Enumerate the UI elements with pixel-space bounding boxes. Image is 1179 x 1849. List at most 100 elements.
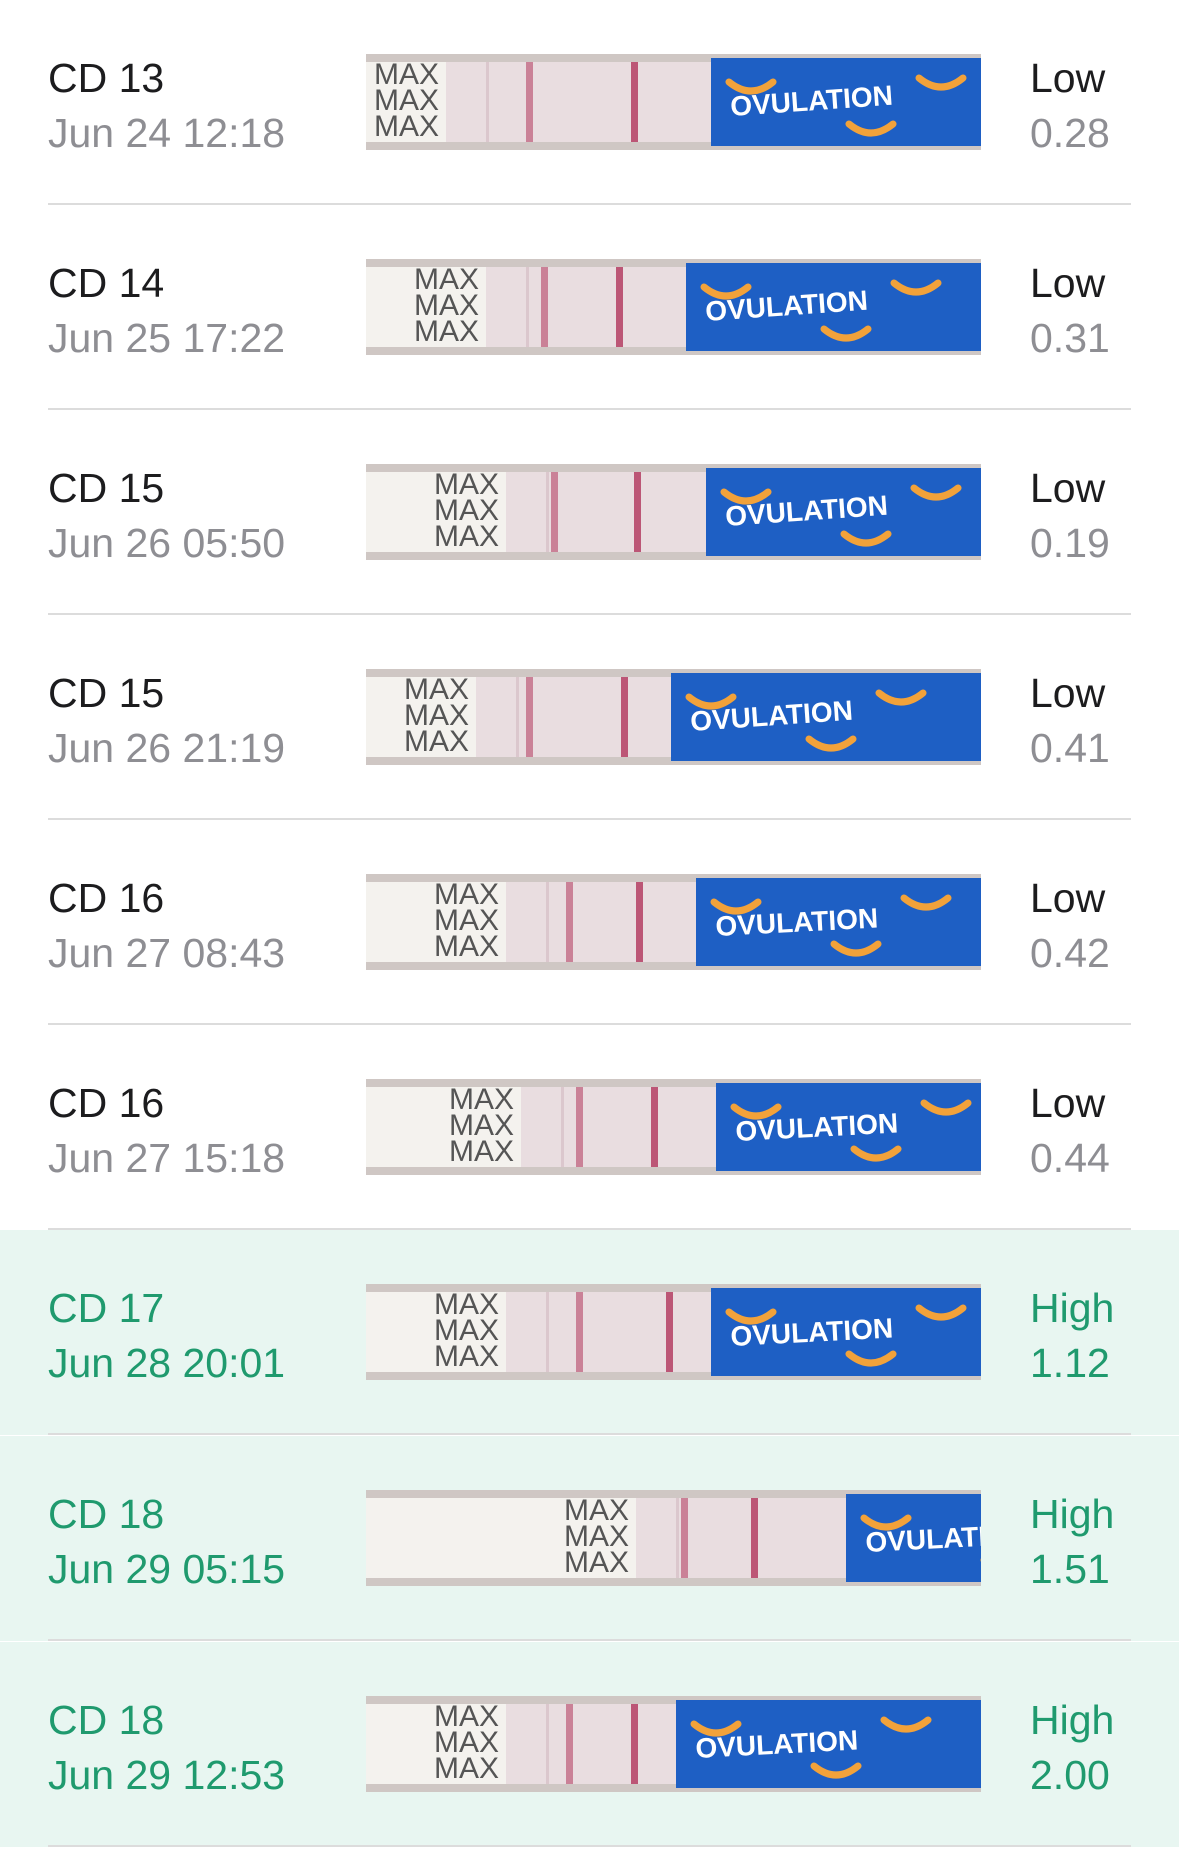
entry-result: Low 0.31 xyxy=(1030,257,1110,367)
strip-max-text: MAX xyxy=(434,1752,499,1785)
test-strip-image[interactable]: MAX MAX MAX OVULATION xyxy=(366,874,981,970)
entry-result: Low 0.28 xyxy=(1030,52,1110,162)
strip-max-text: MAX xyxy=(434,1340,499,1373)
cycle-day-label: CD 13 xyxy=(48,55,165,101)
result-value: 1.51 xyxy=(1030,1546,1110,1592)
entry-info: CD 16 Jun 27 08:43 xyxy=(48,872,285,982)
cycle-day-label: CD 16 xyxy=(48,875,165,921)
result-level: Low xyxy=(1030,1080,1106,1126)
test-line xyxy=(566,882,573,962)
control-line xyxy=(651,1087,658,1167)
entry-info: CD 13 Jun 24 12:18 xyxy=(48,52,285,162)
control-line xyxy=(631,62,638,142)
entry-result: Low 0.19 xyxy=(1030,462,1110,572)
test-strip-image[interactable]: MAX MAX MAX OVULATION xyxy=(366,669,981,765)
cycle-day-label: CD 15 xyxy=(48,670,165,716)
test-strip-svg: MAXMAXMAXOVULATION xyxy=(366,1696,981,1792)
result-level: High xyxy=(1030,1491,1115,1537)
test-entry-row[interactable]: CD 15 Jun 26 21:19 MAX MAX MAX OVULATION Low 0.… xyxy=(0,615,1179,820)
test-entry-row[interactable]: CD 18 Jun 29 05:15 MAX MAX MAX OVULATION High 1… xyxy=(0,1436,1179,1641)
cycle-day-label: CD 18 xyxy=(48,1697,165,1743)
test-line xyxy=(526,677,533,757)
entry-result: Low 0.44 xyxy=(1030,1077,1110,1187)
test-strip-image[interactable]: MAX MAX MAX OVULATION xyxy=(366,464,981,560)
result-value: 1.12 xyxy=(1030,1340,1110,1386)
control-line xyxy=(666,1292,673,1372)
test-strip-svg: MAXMAXMAXOVULATION xyxy=(366,259,981,355)
result-value: 0.44 xyxy=(1030,1135,1110,1181)
result-value: 0.42 xyxy=(1030,930,1110,976)
entry-datetime: Jun 26 21:19 xyxy=(48,725,286,771)
entry-result: Low 0.42 xyxy=(1030,872,1110,982)
test-line xyxy=(541,267,548,347)
entry-result: Low 0.41 xyxy=(1030,667,1110,777)
cycle-day-label: CD 18 xyxy=(48,1491,165,1537)
result-level: Low xyxy=(1030,260,1106,306)
test-strip-image[interactable]: MAX MAX MAX OVULATION xyxy=(366,1284,981,1380)
test-line xyxy=(566,1704,573,1784)
entry-datetime: Jun 28 20:01 xyxy=(48,1340,286,1386)
row-divider xyxy=(48,1845,1131,1847)
entry-info: CD 15 Jun 26 21:19 xyxy=(48,667,285,777)
strip-max-text: MAX xyxy=(414,315,479,348)
test-strip-svg: MAXMAXMAXOVULATION xyxy=(366,874,981,970)
control-line xyxy=(636,882,643,962)
strip-max-text: MAX xyxy=(564,1546,629,1579)
cycle-day-label: CD 16 xyxy=(48,1080,165,1126)
result-level: Low xyxy=(1030,465,1106,511)
test-entry-row[interactable]: CD 17 Jun 28 20:01 MAX MAX MAX OVULATION High 1… xyxy=(0,1230,1179,1435)
entry-info: CD 18 Jun 29 05:15 xyxy=(48,1488,285,1598)
test-line xyxy=(681,1498,688,1578)
entry-datetime: Jun 27 08:43 xyxy=(48,930,286,976)
test-strip-image[interactable]: MAX MAX MAX OVULATION xyxy=(366,1490,981,1586)
control-line xyxy=(751,1498,758,1578)
test-entry-row[interactable]: CD 16 Jun 27 15:18 MAX MAX MAX OVULATION Low 0.… xyxy=(0,1025,1179,1230)
cycle-day-label: CD 14 xyxy=(48,260,165,306)
entry-info: CD 16 Jun 27 15:18 xyxy=(48,1077,285,1187)
test-strip-svg: MAXMAXMAXOVULATION xyxy=(366,54,981,150)
row-divider xyxy=(48,1433,1131,1435)
test-strip-svg: MAXMAXMAXOVULATION xyxy=(366,1079,981,1175)
strip-max-text: MAX xyxy=(404,725,469,758)
control-line xyxy=(616,267,623,347)
result-level: High xyxy=(1030,1285,1115,1331)
test-line xyxy=(551,472,558,552)
control-line xyxy=(621,677,628,757)
test-line xyxy=(576,1292,583,1372)
test-strip-svg: MAXMAXMAXOVULATION xyxy=(366,669,981,765)
entry-result: High 1.51 xyxy=(1030,1488,1114,1598)
row-divider xyxy=(48,1639,1131,1641)
result-value: 0.31 xyxy=(1030,315,1110,361)
test-entry-row[interactable]: CD 18 Jun 29 12:53 MAX MAX MAX OVULATION High 2… xyxy=(0,1642,1179,1847)
test-strip-svg: MAXMAXMAXOVULATION xyxy=(366,464,981,560)
entry-datetime: Jun 25 17:22 xyxy=(48,315,286,361)
result-value: 0.28 xyxy=(1030,110,1110,156)
entry-datetime: Jun 29 05:15 xyxy=(48,1546,286,1592)
test-entry-row[interactable]: CD 15 Jun 26 05:50 MAX MAX MAX OVULATION Low 0.… xyxy=(0,410,1179,615)
entry-info: CD 18 Jun 29 12:53 xyxy=(48,1694,285,1804)
test-strip-image[interactable]: MAX MAX MAX OVULATION xyxy=(366,259,981,355)
result-level: Low xyxy=(1030,55,1106,101)
test-entry-row[interactable]: CD 16 Jun 27 08:43 MAX MAX MAX OVULATION Low 0.… xyxy=(0,820,1179,1025)
test-line xyxy=(526,62,533,142)
entry-result: High 1.12 xyxy=(1030,1282,1114,1392)
cycle-day-label: CD 15 xyxy=(48,465,165,511)
control-line xyxy=(634,472,641,552)
result-value: 2.00 xyxy=(1030,1752,1110,1798)
result-level: High xyxy=(1030,1697,1115,1743)
ovulation-test-list: CD 13 Jun 24 12:18 MAX MAX MAX OVULATION Low 0.… xyxy=(0,0,1179,1849)
test-strip-image[interactable]: MAX MAX MAX OVULATION xyxy=(366,1079,981,1175)
strip-max-text: MAX xyxy=(374,110,439,143)
entry-info: CD 15 Jun 26 05:50 xyxy=(48,462,285,572)
entry-result: High 2.00 xyxy=(1030,1694,1114,1804)
test-entry-row[interactable]: CD 13 Jun 24 12:18 MAX MAX MAX OVULATION Low 0.… xyxy=(0,0,1179,205)
result-level: Low xyxy=(1030,875,1106,921)
test-entry-row[interactable]: CD 14 Jun 25 17:22 MAX MAX MAX OVULATION Low 0.… xyxy=(0,205,1179,410)
cycle-day-label: CD 17 xyxy=(48,1285,165,1331)
test-strip-image[interactable]: MAX MAX MAX OVULATION xyxy=(366,54,981,150)
strip-max-text: MAX xyxy=(434,930,499,963)
strip-max-text: MAX xyxy=(449,1135,514,1168)
test-strip-image[interactable]: MAX MAX MAX OVULATION xyxy=(366,1696,981,1792)
entry-datetime: Jun 24 12:18 xyxy=(48,110,286,156)
entry-info: CD 14 Jun 25 17:22 xyxy=(48,257,285,367)
